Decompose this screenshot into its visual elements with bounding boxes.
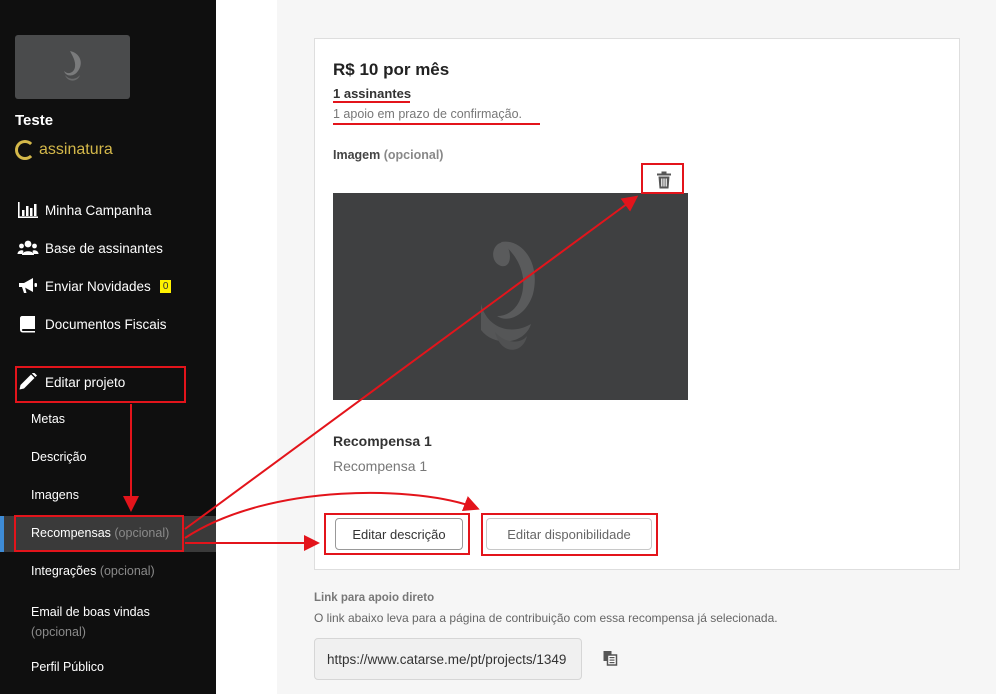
annotation-underline (333, 123, 540, 125)
book-icon (20, 316, 35, 333)
optional-label: (opcional) (99, 564, 155, 578)
nav-documentos-fiscais[interactable]: Documentos Fiscais (17, 315, 167, 333)
nav-label: Enviar Novidades (45, 278, 151, 294)
sub-item-imagens[interactable]: Imagens (31, 488, 79, 502)
sub-item-integracoes[interactable]: Integrações (opcional) (31, 564, 155, 578)
sidebar: Teste assinatura Minha Campanha Base de … (0, 0, 216, 694)
nav-label: Minha Campanha (45, 202, 152, 218)
nav-base-assinantes[interactable]: Base de assinantes (17, 239, 163, 257)
megaphone-icon (19, 278, 37, 293)
project-name: Teste (15, 112, 54, 129)
bar-chart-icon (18, 202, 38, 218)
reward-title: Recompensa 1 (333, 433, 432, 449)
sub-item-recompensas[interactable]: Recompensas (opcional) (31, 526, 169, 540)
nav-label: Base de assinantes (45, 240, 163, 256)
reward-image-preview (333, 193, 688, 400)
sub-item-perfil[interactable]: Perfil Público (31, 660, 104, 674)
reward-description: Recompensa 1 (333, 458, 428, 474)
direct-link-input[interactable]: https://www.catarse.me/pt/projects/1349 (314, 638, 582, 680)
notification-badge: 0 (159, 279, 172, 293)
nav-editar-projeto[interactable]: Editar projeto (17, 373, 125, 391)
direct-link-description: O link abaixo leva para a página de cont… (314, 611, 778, 625)
optional-label: (opcional) (383, 148, 444, 162)
brand-logo: assinatura (15, 140, 113, 160)
trash-icon[interactable] (654, 170, 674, 190)
catarse-logo-icon (63, 51, 81, 81)
image-label-text: Imagem (333, 148, 381, 162)
brand-text: assinatura (39, 141, 113, 158)
project-thumbnail[interactable] (15, 35, 130, 99)
sub-item-metas[interactable]: Metas (31, 412, 65, 426)
nav-enviar-novidades[interactable]: Enviar Novidades 0 (17, 277, 172, 295)
nav-label: Documentos Fiscais (45, 316, 167, 332)
reward-price: R$ 10 por mês (333, 60, 450, 79)
pending-support: 1 apoio em prazo de confirmação. (333, 107, 522, 121)
edit-description-button[interactable]: Editar descrição (335, 518, 463, 550)
users-icon (17, 240, 39, 255)
sub-item-descricao[interactable]: Descrição (31, 450, 87, 464)
optional-label: (opcional) (114, 526, 170, 540)
sub-item-label: Recompensas (31, 526, 111, 540)
sub-item-label: Email de boas vindas (31, 605, 150, 619)
sub-item-label: Integrações (31, 564, 97, 578)
image-label: Imagem (opcional) (333, 148, 443, 162)
optional-label: (opcional) (31, 625, 86, 639)
subscriber-count: 1 assinantes (333, 86, 412, 101)
annotation-underline (333, 101, 410, 103)
catarse-logo-icon (480, 241, 535, 350)
nav-label: Editar projeto (45, 374, 126, 390)
sub-item-email[interactable]: Email de boas vindas (opcional) (31, 602, 150, 642)
direct-link-title: Link para apoio direto (314, 592, 435, 604)
copy-icon[interactable] (602, 650, 618, 666)
pencil-icon (19, 373, 37, 390)
nav-minha-campanha[interactable]: Minha Campanha (17, 201, 152, 219)
brand-ring-icon (15, 140, 35, 160)
edit-availability-button[interactable]: Editar disponibilidade (486, 518, 652, 550)
